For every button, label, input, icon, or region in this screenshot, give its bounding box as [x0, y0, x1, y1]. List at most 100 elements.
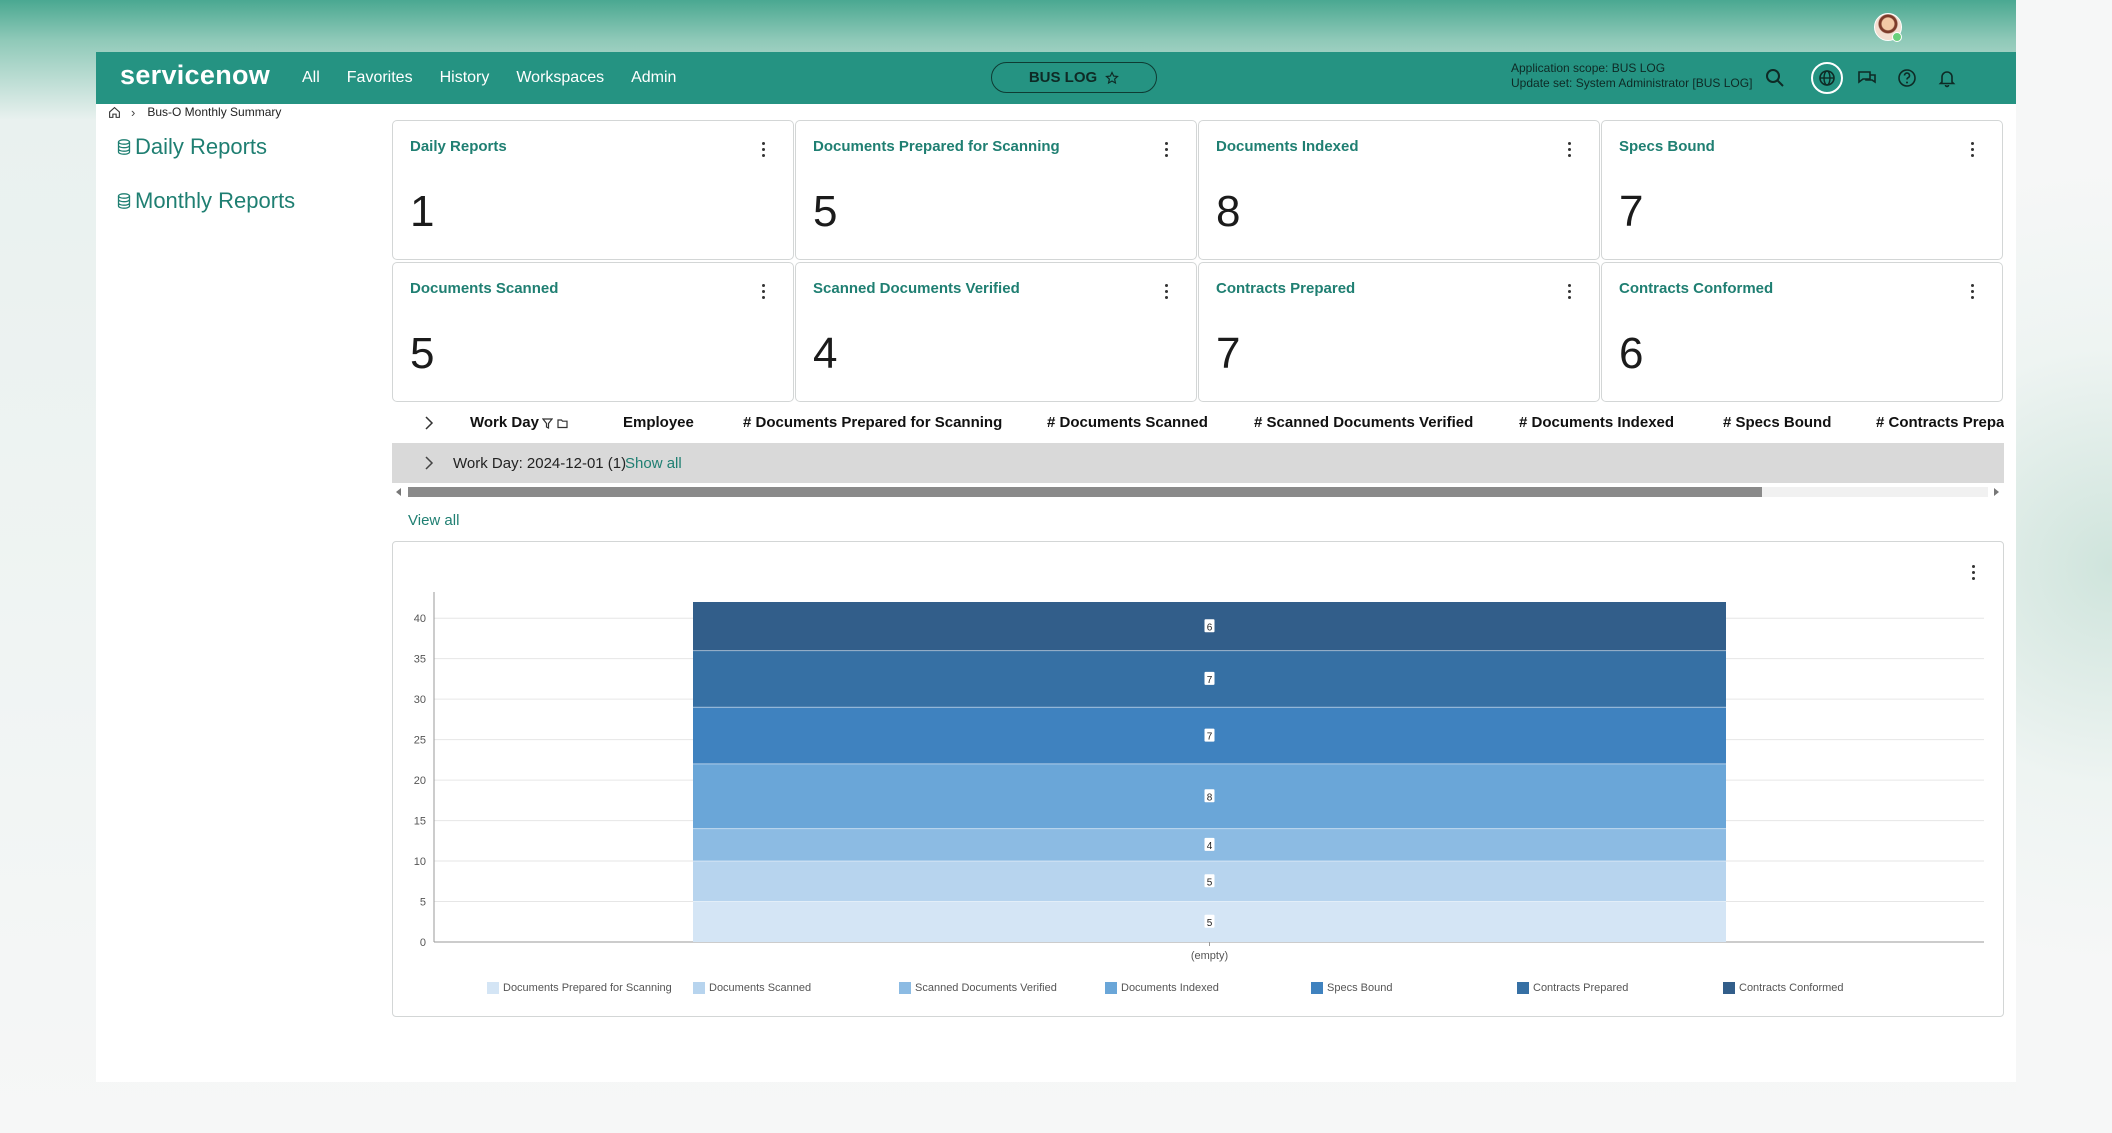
nav-all[interactable]: All	[302, 69, 320, 87]
y-tick-label: 20	[414, 775, 426, 787]
app-scope-pill[interactable]: BUS LOG	[991, 62, 1157, 93]
group-row[interactable]: Work Day: 2024-12-01 (1) Show all	[392, 443, 2004, 483]
column-header-documents-scanned[interactable]: # Documents Scanned	[1047, 414, 1208, 431]
legend-label: Specs Bound	[1327, 982, 1393, 994]
legend-swatch	[1723, 982, 1735, 994]
sidebar-item-monthly-reports[interactable]: Monthly Reports	[117, 188, 295, 214]
scroll-left-icon[interactable]	[396, 488, 402, 496]
card-daily-reports[interactable]: Daily Reports 1	[392, 120, 794, 260]
more-options-icon[interactable]	[1969, 142, 1975, 158]
legend-label: Documents Scanned	[709, 982, 812, 994]
data-label: 8	[1207, 792, 1213, 803]
table-header: Work Day Employee # Documents Prepared f…	[392, 408, 2004, 439]
legend-item[interactable]: Specs Bound	[1311, 982, 1392, 994]
legend-label: Documents Indexed	[1121, 982, 1219, 994]
more-options-icon[interactable]	[1566, 284, 1572, 300]
horizontal-scrollbar[interactable]	[392, 485, 2004, 499]
y-tick-label: 40	[414, 613, 426, 625]
data-label: 6	[1207, 622, 1213, 633]
legend-item[interactable]: Contracts Prepared	[1517, 982, 1628, 994]
folder-icon[interactable]	[557, 418, 568, 429]
app-pill-label: BUS LOG	[1028, 69, 1098, 86]
card-title: Specs Bound	[1619, 138, 1715, 155]
more-options-icon[interactable]	[1566, 142, 1572, 158]
legend-swatch	[1517, 982, 1529, 994]
card-value: 6	[1619, 329, 1644, 378]
presence-status-dot	[1892, 32, 1902, 42]
home-icon[interactable]	[108, 106, 121, 119]
column-header-documents-indexed[interactable]: # Documents Indexed	[1519, 414, 1674, 431]
update-set-text: Update set: System Administrator [BUS LO…	[1511, 76, 1753, 90]
legend-item[interactable]: Documents Scanned	[693, 982, 811, 994]
legend-swatch	[693, 982, 705, 994]
more-options-icon[interactable]	[760, 284, 766, 300]
nav-workspaces[interactable]: Workspaces	[516, 69, 604, 87]
card-documents-indexed[interactable]: Documents Indexed 8	[1198, 120, 1600, 260]
breadcrumb: › Bus-O Monthly Summary	[108, 103, 281, 121]
scroll-right-icon[interactable]	[1993, 488, 1999, 496]
servicenow-logo[interactable]: servicenow	[120, 60, 270, 91]
legend-item[interactable]: Documents Prepared for Scanning	[487, 982, 672, 994]
legend-swatch	[899, 982, 911, 994]
legend-label: Contracts Prepared	[1533, 982, 1629, 994]
data-label: 7	[1207, 732, 1213, 743]
legend-item[interactable]: Documents Indexed	[1105, 982, 1219, 994]
card-title: Documents Indexed	[1216, 138, 1359, 155]
bell-icon[interactable]	[1935, 66, 1959, 90]
y-tick-label: 15	[414, 816, 426, 828]
card-title: Contracts Prepared	[1216, 280, 1356, 297]
card-title: Daily Reports	[410, 138, 507, 155]
more-options-icon[interactable]	[1163, 284, 1169, 300]
legend-item[interactable]: Contracts Conformed	[1723, 982, 1844, 994]
card-value: 5	[410, 329, 435, 378]
scrollbar-thumb[interactable]	[408, 487, 1762, 497]
legend-label: Documents Prepared for Scanning	[503, 982, 672, 994]
more-options-icon[interactable]	[760, 142, 766, 158]
database-icon	[117, 193, 131, 209]
card-title: Contracts Conformed	[1619, 280, 1774, 297]
nav-favorites[interactable]: Favorites	[347, 69, 413, 87]
card-value: 1	[410, 187, 435, 236]
column-header-contracts-prepared[interactable]: # Contracts Prepared	[1876, 414, 2004, 431]
chat-icon[interactable]	[1855, 66, 1879, 90]
stacked-bar-chart-panel: 0 5 10 15 20 25 30 35 40 5 5 4 8 7 7 6 (empty) Documents…	[392, 541, 2004, 1017]
x-tick-label: (empty)	[1191, 950, 1228, 962]
sidebar-item-daily-reports[interactable]: Daily Reports	[117, 134, 267, 160]
chevron-right-icon[interactable]	[424, 416, 434, 430]
application-scope-text: Application scope: BUS LOG	[1511, 61, 1666, 75]
column-header-scanned-documents-verified[interactable]: # Scanned Documents Verified	[1254, 414, 1473, 431]
help-icon[interactable]	[1895, 66, 1919, 90]
breadcrumb-current[interactable]: Bus-O Monthly Summary	[147, 105, 281, 119]
card-contracts-prepared[interactable]: Contracts Prepared 7	[1198, 262, 1600, 402]
show-all-link[interactable]: Show all	[625, 455, 682, 472]
view-all-link[interactable]: View all	[408, 512, 459, 529]
globe-icon	[1819, 70, 1835, 86]
column-header-documents-prepared[interactable]: # Documents Prepared for Scanning	[743, 414, 1002, 431]
card-contracts-conformed[interactable]: Contracts Conformed 6	[1601, 262, 2003, 402]
chevron-right-icon[interactable]	[424, 456, 434, 470]
column-header-employee[interactable]: Employee	[623, 414, 694, 431]
star-icon[interactable]	[1105, 70, 1120, 85]
y-tick-label: 30	[414, 694, 426, 706]
search-icon[interactable]	[1763, 66, 1787, 90]
y-tick-label: 35	[414, 654, 426, 666]
legend-label: Scanned Documents Verified	[915, 982, 1057, 994]
nav-admin[interactable]: Admin	[631, 69, 676, 87]
card-title: Documents Prepared for Scanning	[813, 138, 1060, 155]
chevron-right-icon: ›	[131, 104, 136, 120]
y-tick-label: 5	[420, 897, 426, 909]
more-options-icon[interactable]	[1163, 142, 1169, 158]
card-scanned-documents-verified[interactable]: Scanned Documents Verified 4	[795, 262, 1197, 402]
main-nav: All Favorites History Workspaces Admin	[302, 52, 703, 104]
column-header-specs-bound[interactable]: # Specs Bound	[1723, 414, 1831, 431]
card-specs-bound[interactable]: Specs Bound 7	[1601, 120, 2003, 260]
card-documents-prepared[interactable]: Documents Prepared for Scanning 5	[795, 120, 1197, 260]
filter-icon[interactable]	[542, 418, 553, 429]
card-documents-scanned[interactable]: Documents Scanned 5	[392, 262, 794, 402]
sidebar-item-label: Daily Reports	[135, 134, 268, 159]
nav-history[interactable]: History	[440, 69, 490, 87]
card-title: Scanned Documents Verified	[813, 280, 1020, 297]
legend-item[interactable]: Scanned Documents Verified	[899, 982, 1057, 994]
column-header-work-day[interactable]: Work Day	[470, 414, 539, 431]
more-options-icon[interactable]	[1969, 284, 1975, 300]
